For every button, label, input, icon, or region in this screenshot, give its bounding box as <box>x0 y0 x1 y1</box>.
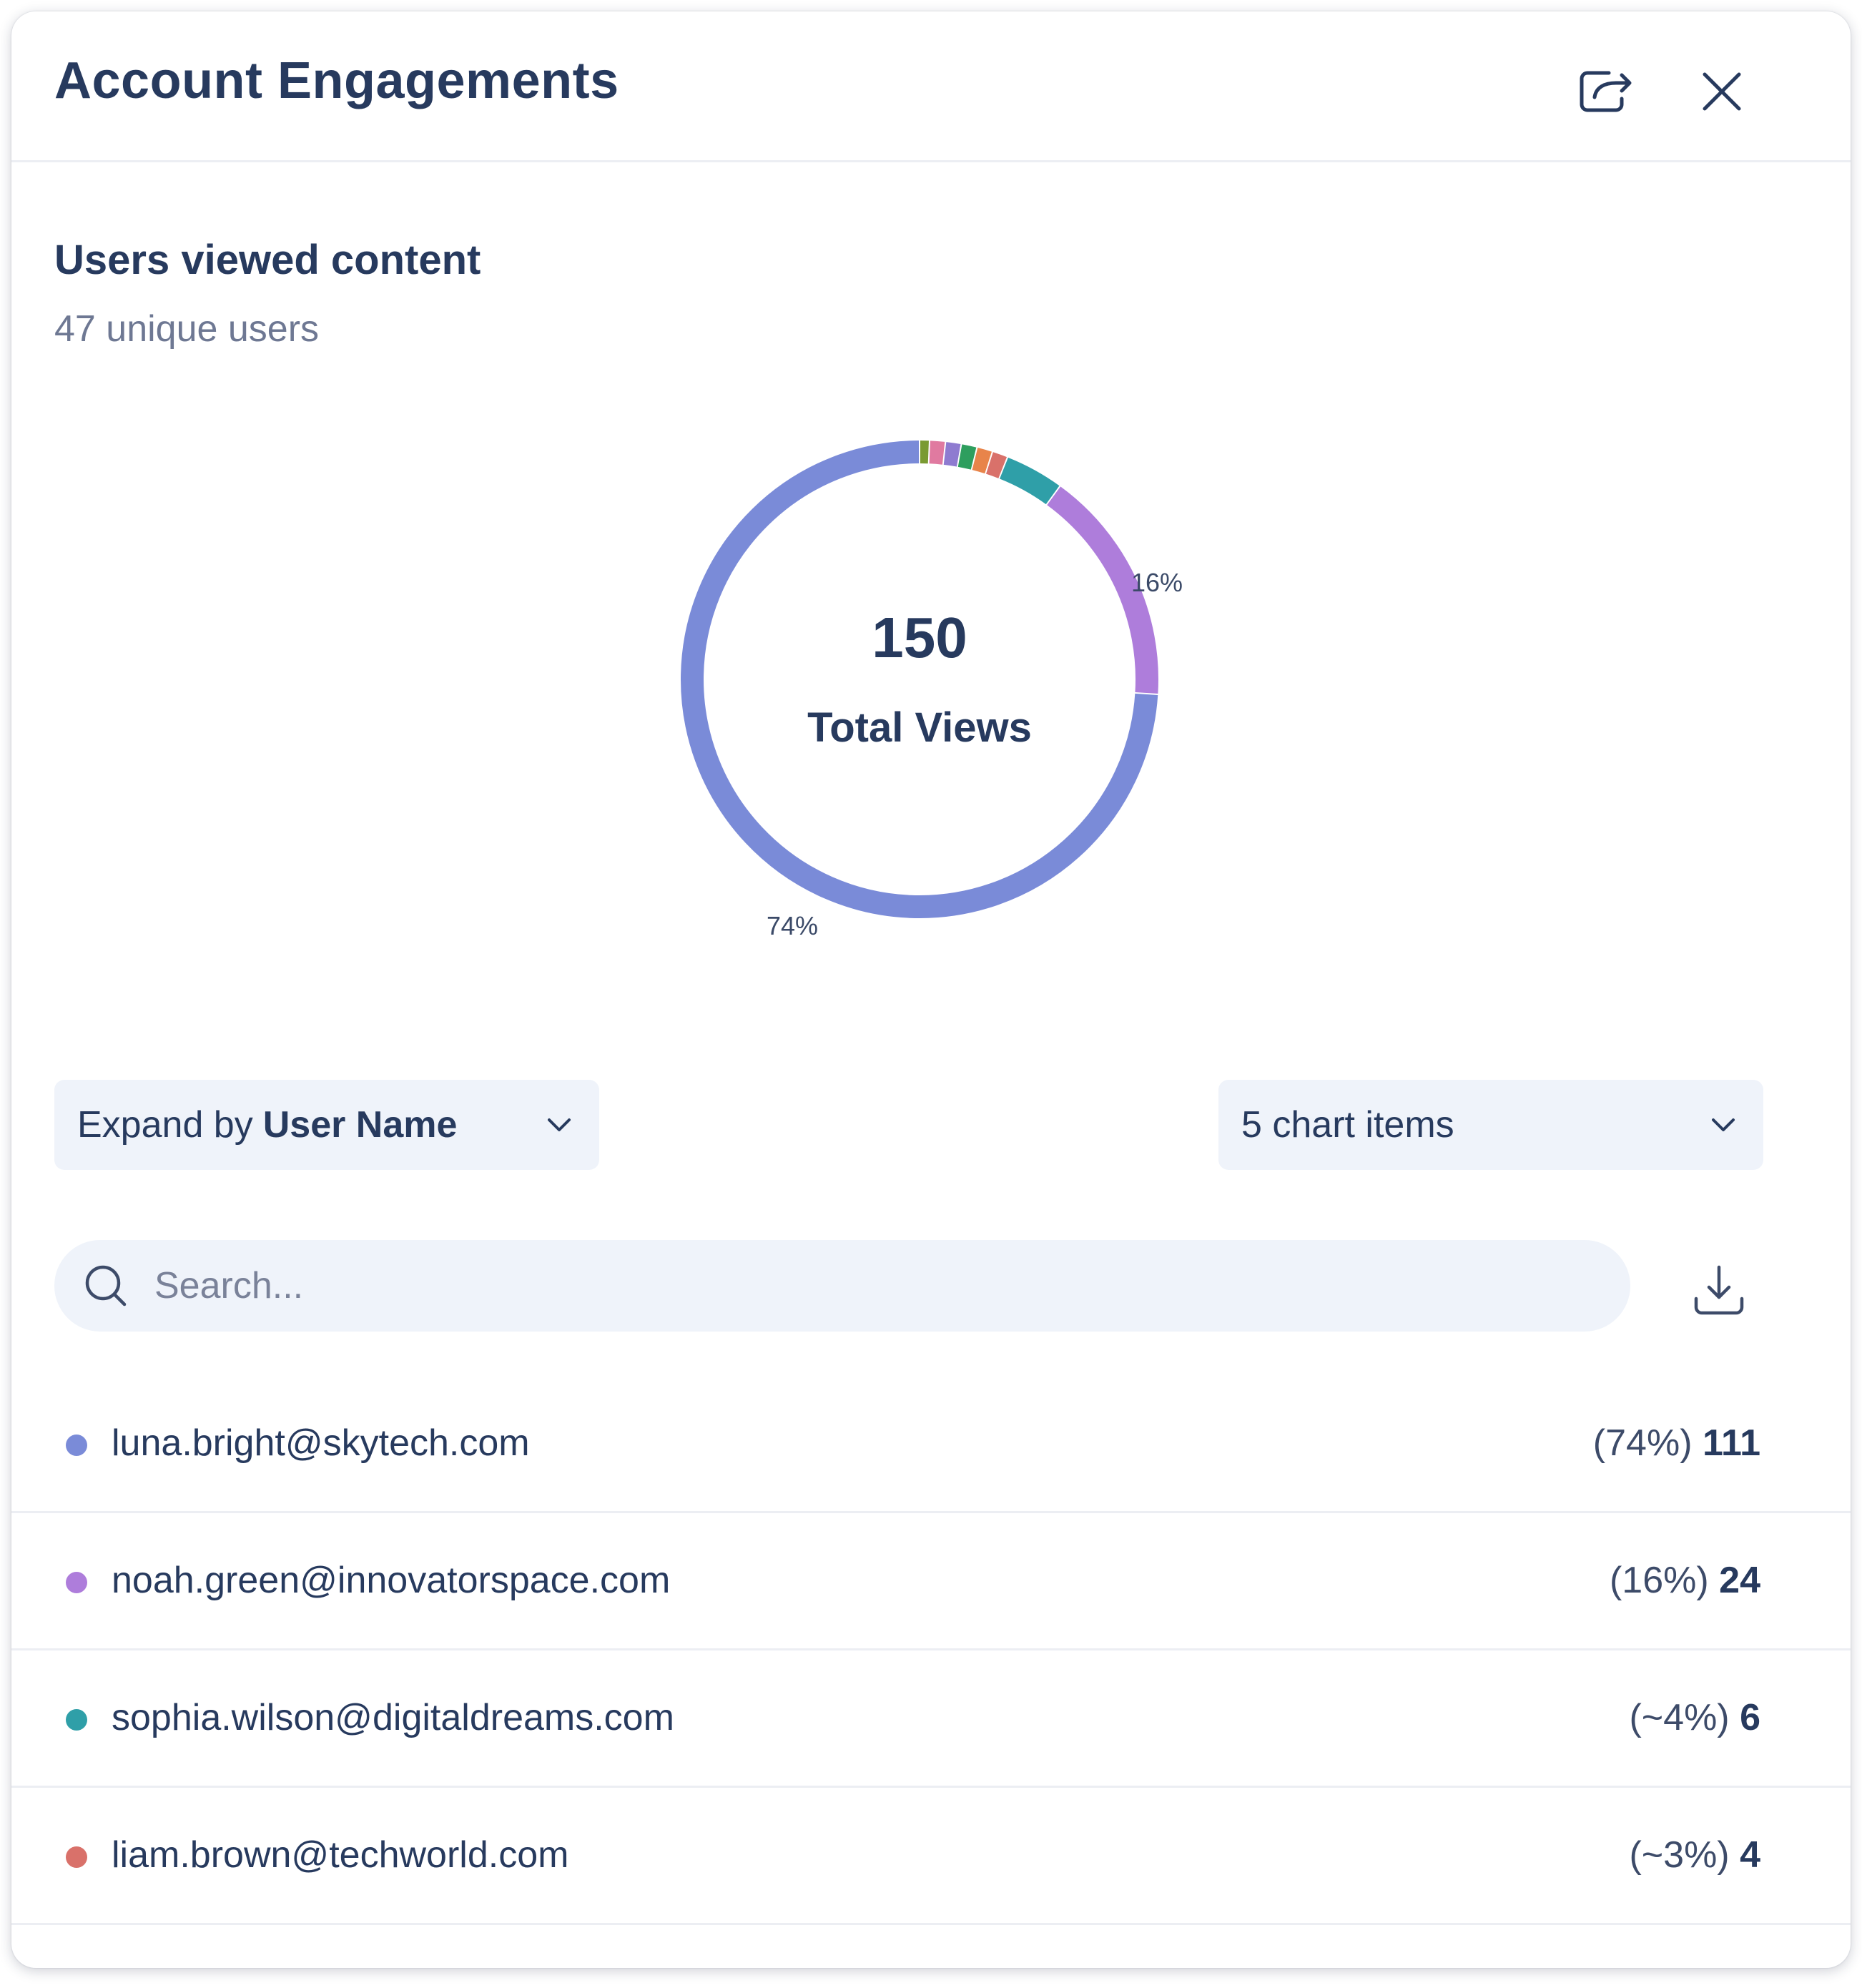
donut-slice[interactable] <box>999 457 1060 505</box>
donut-slice[interactable] <box>985 452 1008 478</box>
panel-header: Account Engagements <box>11 11 1851 162</box>
user-views: (~3%) 4 <box>1629 1834 1760 1876</box>
search-input[interactable] <box>153 1264 1514 1308</box>
search-bar <box>54 1240 1630 1332</box>
user-views-pct: (~4%) <box>1629 1697 1730 1738</box>
total-views-label: Total Views <box>807 704 1032 751</box>
chevron-down-icon <box>548 1118 571 1131</box>
legend-dot <box>66 1572 87 1593</box>
legend-dot <box>66 1846 87 1868</box>
donut-slice[interactable] <box>972 448 992 474</box>
user-views-pct: (74%) <box>1592 1422 1693 1464</box>
list-item[interactable]: liam.brown@techworld.com (~3%) 4 <box>11 1788 1851 1925</box>
user-views-count: 4 <box>1740 1834 1760 1876</box>
slice-label-luna: 74% <box>767 911 819 940</box>
close-button[interactable] <box>1690 60 1753 123</box>
total-views-value: 150 <box>872 606 967 669</box>
user-views: (16%) 24 <box>1610 1559 1760 1602</box>
donut-slice[interactable] <box>943 442 961 467</box>
user-email: luna.bright@skytech.com <box>112 1422 530 1464</box>
list-item[interactable]: luna.bright@skytech.com (74%) 111 <box>11 1376 1851 1513</box>
user-list: luna.bright@skytech.com (74%) 111 noah.g… <box>11 1376 1851 1925</box>
legend-dot <box>66 1435 87 1456</box>
download-button[interactable] <box>1685 1256 1753 1324</box>
slice-label-noah: 16% <box>1131 568 1183 597</box>
user-email: sophia.wilson@digitaldreams.com <box>112 1697 674 1738</box>
donut-slice[interactable] <box>929 441 945 465</box>
expand-by-value: User Name <box>262 1104 458 1146</box>
user-views-count: 24 <box>1719 1560 1760 1601</box>
panel-title: Account Engagements <box>54 52 619 109</box>
user-views: (74%) 111 <box>1593 1422 1760 1465</box>
list-item[interactable]: noah.green@innovatorspace.com (16%) 24 <box>11 1513 1851 1650</box>
chart-items-value: 5 chart items <box>1241 1104 1454 1146</box>
download-icon <box>1694 1265 1744 1315</box>
legend-dot <box>66 1709 87 1731</box>
section-title: Users viewed content <box>54 237 481 283</box>
donut-slice[interactable] <box>957 444 977 470</box>
user-views-pct: (16%) <box>1609 1560 1709 1601</box>
user-views-pct: (~3%) <box>1629 1834 1730 1876</box>
views-donut-chart <box>681 441 1158 918</box>
account-engagements-panel: Account Engagements Users viewed content… <box>11 11 1851 1968</box>
share-export-icon <box>1580 71 1632 112</box>
user-views-count: 6 <box>1740 1697 1760 1738</box>
chart-items-dropdown[interactable]: 5 chart items <box>1218 1080 1763 1170</box>
close-icon <box>1703 72 1741 111</box>
expand-by-dropdown[interactable]: Expand by User Name <box>54 1080 599 1170</box>
unique-users-count: 47 unique users <box>54 308 320 350</box>
search-icon <box>85 1265 127 1307</box>
user-email: liam.brown@techworld.com <box>112 1834 569 1876</box>
user-views-count: 111 <box>1702 1422 1760 1464</box>
user-email: noah.green@innovatorspace.com <box>112 1560 671 1601</box>
share-button[interactable] <box>1575 60 1637 123</box>
expand-by-prefix: Expand by <box>77 1104 253 1146</box>
user-views: (~4%) 6 <box>1629 1696 1760 1739</box>
list-item[interactable]: sophia.wilson@digitaldreams.com (~4%) 6 <box>11 1650 1851 1788</box>
chevron-down-icon <box>1712 1118 1735 1131</box>
